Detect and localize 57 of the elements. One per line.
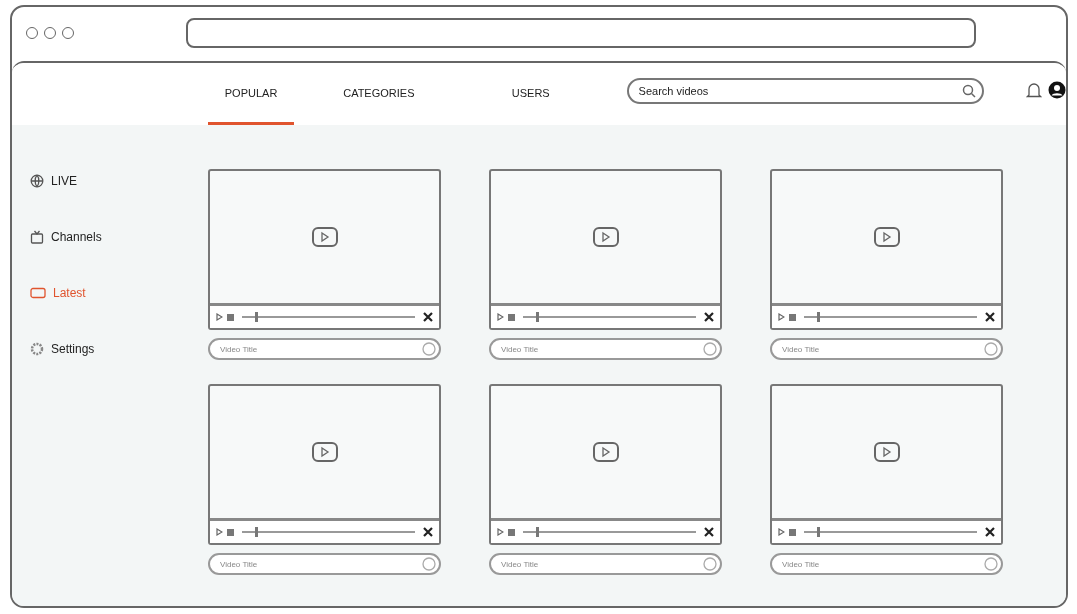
nav-tab[interactable]: CATEGORIES (324, 63, 434, 125)
play-icon[interactable] (592, 227, 619, 247)
play-icon[interactable] (592, 442, 619, 462)
title-input[interactable]: Video Title (218, 558, 422, 570)
tv-icon (30, 230, 44, 244)
title-field[interactable]: Video Title (770, 553, 1003, 575)
play-icon[interactable] (216, 313, 223, 321)
title-input[interactable]: Video Title (780, 343, 984, 355)
progress-thumb[interactable] (816, 312, 820, 322)
title-field[interactable]: Video Title (208, 338, 441, 360)
title-input[interactable]: Video Title (499, 558, 703, 570)
video-icon (30, 287, 46, 299)
sidebar-item[interactable]: Settings (30, 339, 208, 359)
play-icon[interactable] (873, 227, 900, 247)
title-field[interactable]: Video Title (489, 553, 722, 575)
play-icon[interactable] (311, 442, 338, 462)
fullscreen-icon[interactable] (704, 312, 714, 322)
gear-icon (30, 342, 44, 356)
play-icon[interactable] (216, 528, 223, 536)
search-icon[interactable] (962, 84, 976, 98)
play-icon[interactable] (497, 313, 504, 321)
search-input[interactable]: Search videos (636, 84, 962, 98)
bell-icon[interactable] (1026, 81, 1042, 99)
globe-icon (30, 174, 44, 188)
title-field[interactable]: Video Title (770, 338, 1003, 360)
play-icon[interactable] (778, 528, 785, 536)
play-icon[interactable] (311, 227, 338, 247)
progress-thumb[interactable] (535, 312, 539, 322)
stop-icon[interactable] (227, 528, 234, 536)
stop-icon[interactable] (227, 313, 234, 321)
title-input[interactable]: Video Title (780, 558, 984, 570)
stop-icon[interactable] (508, 313, 515, 321)
title-field[interactable]: Video Title (489, 338, 722, 360)
user-avatar-icon[interactable] (1048, 81, 1066, 99)
nav-tab[interactable]: USERS (491, 63, 570, 125)
fullscreen-icon[interactable] (985, 527, 995, 537)
fullscreen-icon[interactable] (704, 527, 714, 537)
sidebar-item[interactable]: Latest (30, 283, 208, 303)
search-field[interactable]: Search videos (626, 78, 984, 104)
progress-thumb[interactable] (535, 527, 539, 537)
title-input[interactable]: Video Title (499, 343, 703, 355)
sidebar-item[interactable]: Channels (30, 227, 208, 247)
fullscreen-icon[interactable] (985, 312, 995, 322)
fullscreen-icon[interactable] (423, 527, 433, 537)
sidebar-item[interactable]: LIVE (30, 171, 208, 191)
play-icon[interactable] (873, 442, 900, 462)
progress-thumb[interactable] (816, 527, 820, 537)
fullscreen-icon[interactable] (423, 312, 433, 322)
progress-thumb[interactable] (254, 312, 258, 322)
play-icon[interactable] (778, 313, 785, 321)
progress-thumb[interactable] (254, 527, 258, 537)
stop-icon[interactable] (789, 313, 796, 321)
stop-icon[interactable] (508, 528, 515, 536)
title-input[interactable]: Video Title (218, 343, 422, 355)
play-icon[interactable] (497, 528, 504, 536)
stop-icon[interactable] (789, 528, 796, 536)
title-field[interactable]: Video Title (208, 553, 441, 575)
